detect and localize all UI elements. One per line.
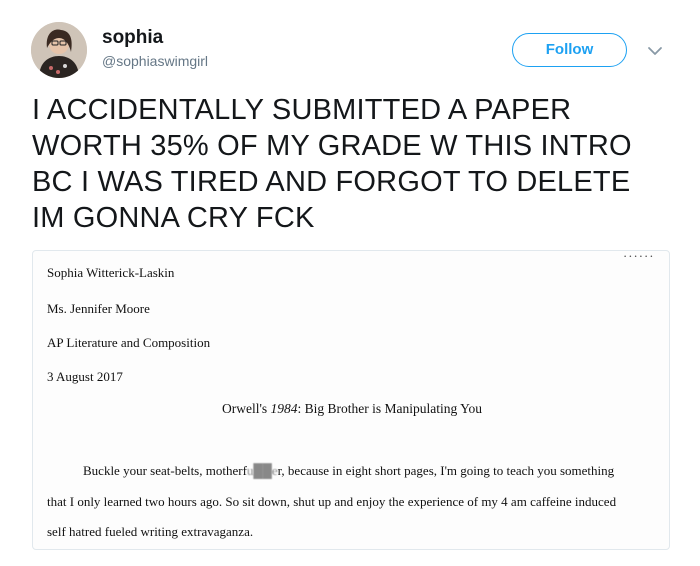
tweet-text-line: BC I WAS TIRED AND FORGOT TO DELETE — [32, 166, 631, 198]
paper-body-line: Buckle your seat-belts, motherfu██er, be… — [83, 463, 614, 479]
paper-screenshot: ...... Sophia Witterick-Laskin Ms. Jenni… — [33, 250, 669, 549]
paper-body-text: r, because in eight short pages, I'm goi… — [277, 463, 615, 478]
paper-course: AP Literature and Composition — [47, 335, 211, 350]
paper-body-text: Buckle your seat-belts, motherf — [83, 463, 247, 478]
obscured-word: u██e — [246, 463, 278, 478]
avatar-image — [31, 22, 87, 78]
tweet-text-line: WORTH 35% OF MY GRADE W THIS INTRO — [32, 130, 632, 162]
corner-mark: ...... — [623, 250, 655, 260]
paper-title-suffix: : Big Brother is Manipulating You — [297, 401, 483, 416]
follow-button[interactable]: Follow — [512, 33, 627, 67]
tweet-text: I ACCIDENTALLY SUBMITTED A PAPER WORTH 3… — [32, 92, 682, 236]
chevron-down-icon[interactable] — [645, 41, 665, 61]
tweet-text-line: I ACCIDENTALLY SUBMITTED A PAPER — [32, 94, 572, 126]
avatar[interactable] — [31, 22, 87, 78]
paper-author: Sophia Witterick-Laskin — [47, 265, 175, 280]
paper-date: 3 August 2017 — [47, 369, 123, 384]
tweet-text-line: IM GONNA CRY FCK — [32, 202, 315, 234]
paper-body-line: self hatred fueled writing extravaganza. — [47, 524, 254, 539]
display-name[interactable]: sophia — [102, 27, 163, 49]
tweet-card: sophia @sophiaswimgirl Follow I ACCIDENT… — [0, 0, 700, 566]
paper-body-line: that I only learned two hours ago. So si… — [47, 494, 617, 509]
paper-title-italic: 1984 — [270, 401, 298, 416]
user-handle[interactable]: @sophiaswimgirl — [102, 53, 208, 69]
paper-teacher: Ms. Jennifer Moore — [47, 301, 150, 316]
paper-title: Orwell's 1984: Big Brother is Manipulati… — [33, 401, 669, 417]
attached-image[interactable]: ...... Sophia Witterick-Laskin Ms. Jenni… — [32, 250, 670, 550]
paper-title-prefix: Orwell's — [221, 401, 268, 416]
